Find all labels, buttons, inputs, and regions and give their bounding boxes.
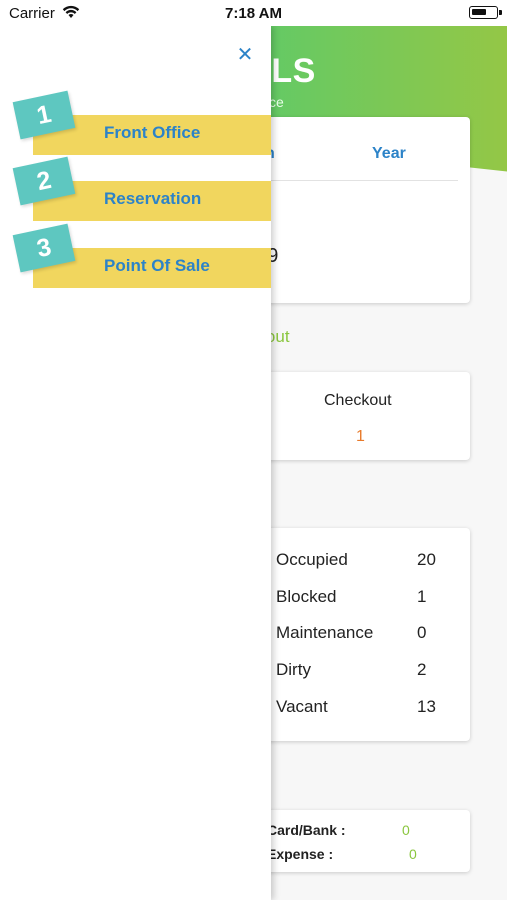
collection-label-expense: Expense : [267, 846, 334, 862]
menu-item-point-of-sale[interactable]: 3 Point Of Sale [0, 223, 271, 289]
occupancy-label: Maintenance [276, 623, 374, 642]
checkout-label: Checkout [324, 392, 392, 409]
occupancy-row-blocked: Blocked 1 [276, 587, 466, 611]
close-icon[interactable]: ✕ [233, 43, 257, 67]
occupancy-value: 20 [417, 550, 436, 569]
occupancy-row-dirty: Dirty 2 [276, 660, 466, 684]
menu-item-label: Reservation [104, 189, 202, 208]
occupancy-row-vacant: Vacant 13 [276, 697, 466, 721]
checkout-count: 1 [356, 428, 365, 445]
occupancy-value: 2 [417, 660, 427, 679]
menu-item-reservation[interactable]: 2 Reservation [0, 156, 271, 222]
occupancy-value: 1 [417, 587, 427, 606]
clock: 7:18 AM [225, 5, 282, 22]
tab-year[interactable]: Year [372, 145, 406, 163]
collection-value-card-bank: 0 [402, 822, 410, 838]
occupancy-row-occupied: Occupied 20 [276, 550, 466, 574]
occupancy-label: Dirty [276, 660, 311, 679]
collection-label-card-bank: Card/Bank : [267, 822, 346, 838]
occupancy-value: 13 [417, 697, 436, 716]
menu-item-front-office[interactable]: 1 Front Office [0, 90, 271, 156]
occupancy-label: Vacant [276, 697, 328, 716]
occupancy-value: 0 [417, 623, 427, 642]
menu-item-label: Front Office [104, 123, 201, 142]
occupancy-label: Occupied [276, 550, 348, 569]
battery-icon [469, 6, 502, 19]
occupancy-row-maintenance: Maintenance 0 [276, 623, 466, 647]
menu-item-label: Point Of Sale [104, 256, 210, 275]
status-bar: Carrier 7:18 AM [0, 0, 507, 26]
collection-value-expense: 0 [409, 846, 417, 862]
side-drawer: ✕ 1 Front Office 2 Reservation 3 Point O… [0, 26, 271, 900]
occupancy-label: Blocked [276, 587, 337, 606]
